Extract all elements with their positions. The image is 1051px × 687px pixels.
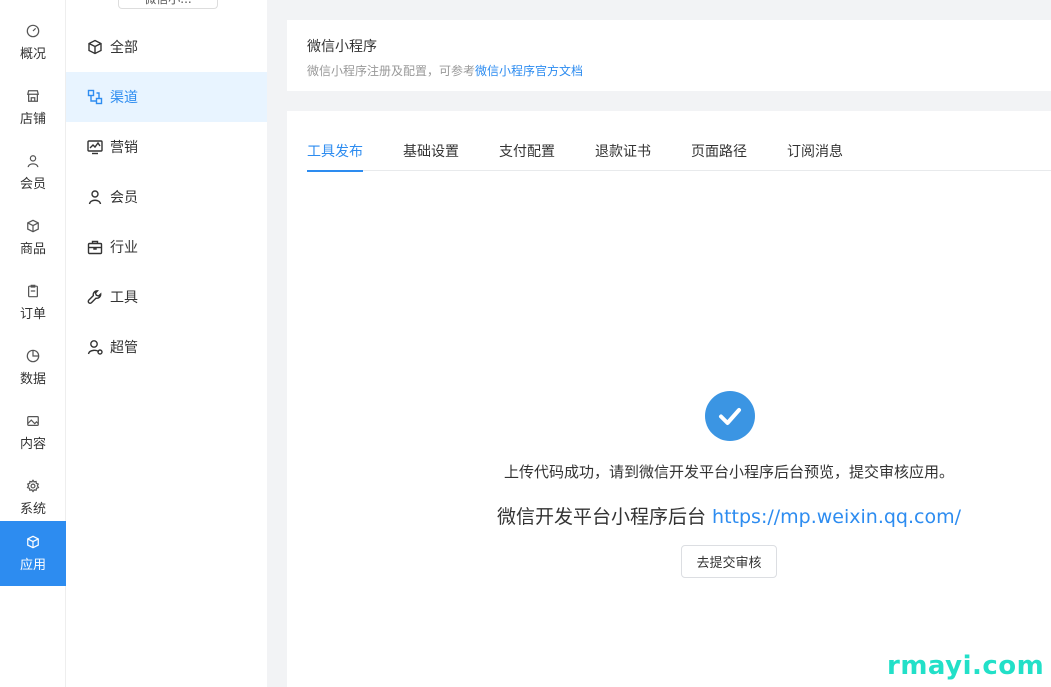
tab-basic-settings[interactable]: 基础设置 xyxy=(403,141,459,171)
submenu-item-industry[interactable]: 行业 xyxy=(66,222,267,272)
dashboard-icon xyxy=(26,24,40,38)
rail-item-label: 应用 xyxy=(19,557,46,573)
platform-link[interactable]: https://mp.weixin.qq.com/ xyxy=(712,506,961,528)
submenu-item-label: 会员 xyxy=(110,190,138,206)
platform-label: 微信开发平台小程序后台 xyxy=(496,506,706,528)
tab-page-path[interactable]: 页面路径 xyxy=(691,141,747,171)
pie-chart-icon xyxy=(26,349,40,363)
rail-item-goods[interactable]: 商品 xyxy=(0,205,66,270)
marketing-chart-icon xyxy=(87,140,103,155)
watermark: rmayi.com xyxy=(887,651,1045,681)
tab-payment-config[interactable]: 支付配置 xyxy=(499,141,555,171)
submenu-item-label: 工具 xyxy=(110,290,138,306)
rail-item-data[interactable]: 数据 xyxy=(0,335,66,400)
page-header: 微信小程序 微信小程序注册及配置，可参考微信小程序官方文档 xyxy=(287,20,1051,91)
rail-item-apps[interactable]: 应用 xyxy=(0,521,66,586)
page-title: 微信小程序 xyxy=(307,39,377,55)
channel-icon xyxy=(87,89,103,105)
rail-item-label: 数据 xyxy=(19,371,46,387)
submenu-item-channel[interactable]: 渠道 xyxy=(66,72,267,122)
rail-item-label: 内容 xyxy=(19,436,46,452)
submenu-item-member[interactable]: 会员 xyxy=(66,172,267,222)
rail-item-label: 商品 xyxy=(19,241,46,257)
admin-user-icon xyxy=(87,340,103,355)
rail-item-label: 概况 xyxy=(19,46,46,62)
user-icon xyxy=(88,190,102,205)
rail-item-label: 订单 xyxy=(19,306,46,322)
tab-refund-certificate[interactable]: 退款证书 xyxy=(595,141,651,171)
rail-item-label: 系统 xyxy=(19,501,46,517)
rail-item-content[interactable]: 内容 xyxy=(0,400,66,465)
cube-icon xyxy=(88,39,102,55)
submenu-item-label: 营销 xyxy=(110,140,138,156)
upload-success-message: 上传代码成功，请到微信开发平台小程序后台预览，提交审核应用。 xyxy=(503,463,954,481)
rail-item-overview[interactable]: 概况 xyxy=(0,10,66,75)
primary-sidebar: 概况 店铺 会员 商品 订单 数据 内容 系统 应用 xyxy=(0,0,66,687)
rail-item-label: 会员 xyxy=(19,176,46,192)
rail-item-store[interactable]: 店铺 xyxy=(0,75,66,140)
rail-item-member[interactable]: 会员 xyxy=(0,140,66,205)
submenu-item-label: 全部 xyxy=(110,40,138,56)
submenu-item-tools[interactable]: 工具 xyxy=(66,272,267,322)
user-icon xyxy=(26,154,40,168)
submenu-item-all[interactable]: 全部 xyxy=(66,22,267,72)
briefcase-icon xyxy=(87,240,103,255)
secondary-sidebar: 微信小... 全部 渠道 营销 会员 行业 工具 超管 xyxy=(66,0,267,687)
store-icon xyxy=(26,89,40,103)
tab-bar: 工具发布 基础设置 支付配置 退款证书 页面路径 订阅消息 xyxy=(307,141,1051,172)
page-subtitle: 微信小程序注册及配置，可参考微信小程序官方文档 xyxy=(307,62,1031,79)
wrench-icon xyxy=(87,290,102,304)
submenu-item-marketing[interactable]: 营销 xyxy=(66,122,267,172)
cube-icon xyxy=(26,535,40,549)
official-docs-link[interactable]: 微信小程序官方文档 xyxy=(475,64,583,78)
submit-review-button[interactable]: 去提交审核 xyxy=(681,545,777,578)
box-icon xyxy=(26,219,40,233)
rail-item-label: 店铺 xyxy=(19,111,46,127)
submenu-item-label: 行业 xyxy=(110,240,138,256)
gear-icon xyxy=(26,478,40,493)
tab-subscribe-message[interactable]: 订阅消息 xyxy=(787,141,843,171)
main-panel: 工具发布 基础设置 支付配置 退款证书 页面路径 订阅消息 上传代码成功，请到微… xyxy=(287,111,1051,687)
submenu-item-label: 渠道 xyxy=(110,90,138,106)
tab-tool-release[interactable]: 工具发布 xyxy=(307,141,363,172)
platform-info: 微信开发平台小程序后台 https://mp.weixin.qq.com/ xyxy=(287,502,1051,529)
submenu-title: 微信小... xyxy=(118,0,218,9)
submenu-item-super-admin[interactable]: 超管 xyxy=(66,322,267,372)
check-circle-icon xyxy=(705,391,755,441)
submenu-item-label: 超管 xyxy=(110,340,138,356)
image-icon xyxy=(26,414,40,428)
rail-item-orders[interactable]: 订单 xyxy=(0,270,66,335)
subtitle-text: 微信小程序注册及配置，可参考 xyxy=(307,64,476,78)
clipboard-icon xyxy=(26,284,40,298)
